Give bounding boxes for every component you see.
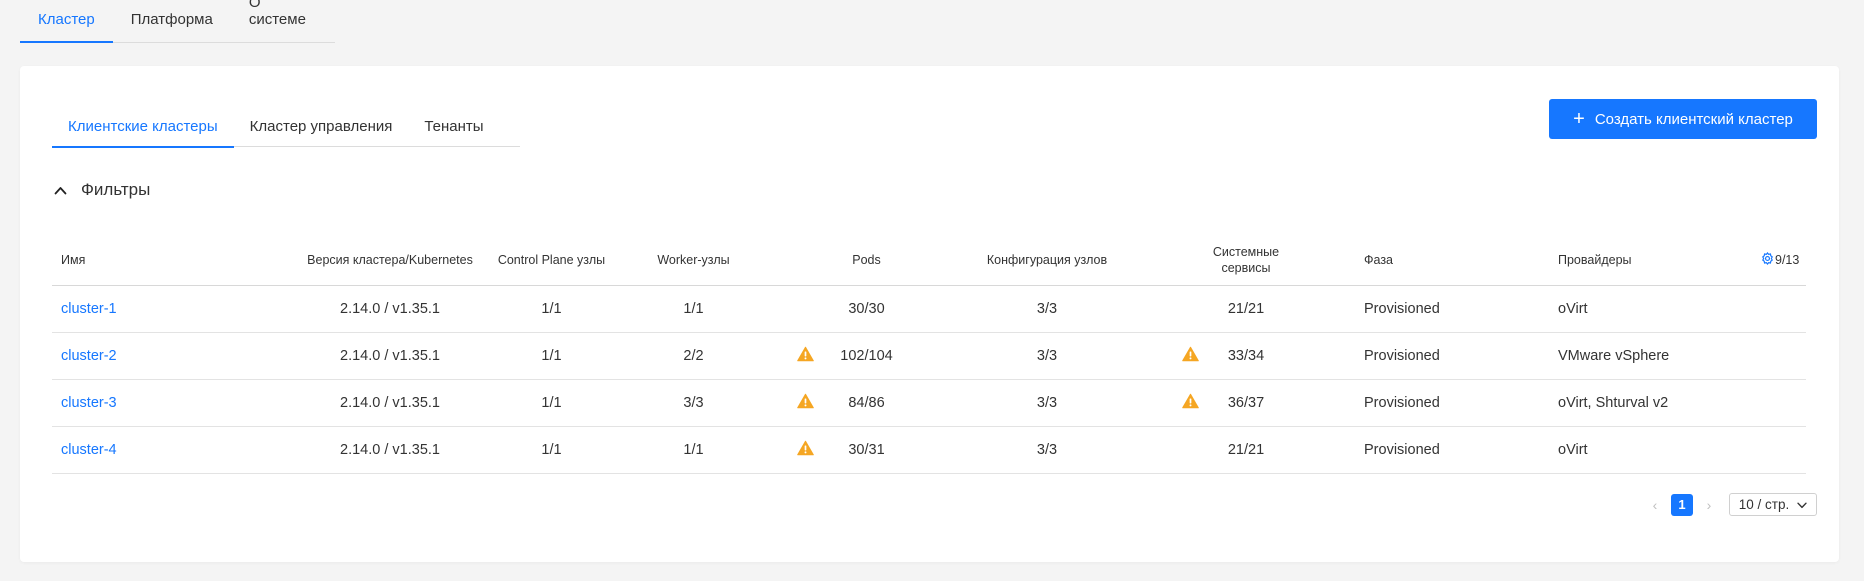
cell-phase: Provisioned	[1364, 348, 1440, 364]
cell-providers: oVirt	[1558, 301, 1588, 317]
system-services-value: 36/37	[1227, 395, 1265, 411]
header-version[interactable]: Версия кластера/Kubernetes	[288, 253, 492, 267]
cell-version: 2.14.0 / v1.35.1	[340, 395, 440, 411]
page-size-select[interactable]: 10 / стр.	[1729, 493, 1817, 516]
plus-icon: +	[1573, 108, 1585, 130]
header-system-services-line1: Системные	[1212, 244, 1280, 259]
cell-node-config: 3/3	[1036, 442, 1058, 458]
header-name[interactable]: Имя	[52, 253, 288, 267]
cell-node-config: 3/3	[1036, 301, 1058, 317]
filters-label: Фильтры	[81, 180, 151, 199]
warning-icon	[1182, 346, 1199, 366]
pagination: ‹ 1 › 10 / стр.	[1648, 493, 1817, 516]
cell-system-services: 21/21	[1137, 301, 1355, 317]
create-button-label: Создать клиентский кластер	[1594, 110, 1793, 128]
cell-workers: 1/1	[683, 442, 704, 458]
cell-workers: 2/2	[683, 348, 704, 364]
cell-system-services: 36/37	[1137, 393, 1355, 413]
table-row: cluster-3 2.14.0 / v1.35.1 1/1 3/3 84/86…	[52, 380, 1806, 427]
system-services-value: 33/34	[1227, 348, 1265, 364]
header-system-services-line2: сервисы	[1221, 260, 1271, 275]
cell-pods: 102/104	[776, 346, 957, 366]
cell-version: 2.14.0 / v1.35.1	[340, 301, 440, 317]
pods-value: 30/30	[848, 301, 885, 317]
pods-value: 102/104	[840, 348, 893, 364]
cell-control-plane: 1/1	[541, 442, 562, 458]
tab-platform[interactable]: Платформа	[113, 11, 231, 42]
cell-providers: oVirt, Shturval v2	[1558, 395, 1669, 411]
header-providers[interactable]: Провайдеры	[1558, 253, 1761, 267]
chevron-down-icon	[1797, 497, 1807, 512]
system-services-value: 21/21	[1227, 301, 1265, 317]
clusters-table: Имя Версия кластера/Kubernetes Control P…	[52, 234, 1806, 474]
chevron-up-icon	[54, 186, 67, 195]
table-body: cluster-1 2.14.0 / v1.35.1 1/1 1/1 30/30…	[52, 286, 1806, 474]
cell-providers: oVirt	[1558, 442, 1588, 458]
columns-count: 9/13	[1775, 252, 1800, 267]
cell-control-plane: 1/1	[541, 395, 562, 411]
header-node-config[interactable]: Конфигурация узлов	[957, 253, 1137, 267]
cell-node-config: 3/3	[1036, 395, 1058, 411]
tab-client-clusters[interactable]: Клиентские кластеры	[52, 111, 234, 148]
table-row: cluster-1 2.14.0 / v1.35.1 1/1 1/1 30/30…	[52, 286, 1806, 333]
system-services-value: 21/21	[1227, 442, 1265, 458]
cluster-name-link[interactable]: cluster-3	[61, 395, 117, 411]
cell-pods: 30/30	[776, 301, 957, 317]
prev-page-icon[interactable]: ‹	[1648, 497, 1662, 513]
next-page-icon[interactable]: ›	[1702, 497, 1716, 513]
cell-version: 2.14.0 / v1.35.1	[340, 348, 440, 364]
cell-workers: 1/1	[683, 301, 704, 317]
pods-value: 84/86	[848, 395, 885, 411]
table-row: cluster-4 2.14.0 / v1.35.1 1/1 1/1 30/31…	[52, 427, 1806, 474]
cell-version: 2.14.0 / v1.35.1	[340, 442, 440, 458]
filters-toggle[interactable]: Фильтры	[54, 180, 150, 200]
column-settings[interactable]: 9/13	[1761, 251, 1806, 268]
gear-icon	[1761, 251, 1774, 268]
page-number[interactable]: 1	[1671, 493, 1693, 516]
table-header: Имя Версия кластера/Kubernetes Control P…	[52, 234, 1806, 286]
cell-providers: VMware vSphere	[1558, 348, 1670, 364]
warning-icon	[797, 346, 814, 366]
cell-system-services: 21/21	[1137, 442, 1355, 458]
tab-about[interactable]: О системе	[231, 0, 335, 42]
cell-phase: Provisioned	[1364, 301, 1440, 317]
clusters-card: Клиентские кластеры Кластер управления Т…	[20, 66, 1839, 562]
page-size-value: 10 / стр.	[1738, 497, 1790, 512]
header-system-services[interactable]: Системные сервисы	[1137, 244, 1355, 276]
cell-system-services: 33/34	[1137, 346, 1355, 366]
cell-pods: 30/31	[776, 440, 957, 460]
header-workers[interactable]: Worker-узлы	[611, 253, 776, 267]
warning-icon	[797, 440, 814, 460]
cluster-name-link[interactable]: cluster-2	[61, 348, 117, 364]
tab-management-cluster[interactable]: Кластер управления	[234, 111, 409, 147]
cell-phase: Provisioned	[1364, 442, 1440, 458]
top-tabs: Кластер Платформа О системе	[20, 0, 335, 43]
header-control-plane[interactable]: Control Plane узлы	[492, 253, 611, 267]
cell-control-plane: 1/1	[541, 348, 562, 364]
cell-pods: 84/86	[776, 393, 957, 413]
tab-cluster[interactable]: Кластер	[20, 11, 113, 43]
header-phase[interactable]: Фаза	[1355, 253, 1558, 267]
cell-control-plane: 1/1	[541, 301, 562, 317]
sub-tabs: Клиентские кластеры Кластер управления Т…	[52, 111, 520, 148]
cell-workers: 3/3	[683, 395, 704, 411]
tab-tenants[interactable]: Тенанты	[408, 111, 499, 147]
header-pods[interactable]: Pods	[776, 253, 957, 267]
warning-icon	[797, 393, 814, 413]
table-row: cluster-2 2.14.0 / v1.35.1 1/1 2/2 102/1…	[52, 333, 1806, 380]
cell-phase: Provisioned	[1364, 395, 1440, 411]
cell-node-config: 3/3	[1036, 348, 1058, 364]
cluster-name-link[interactable]: cluster-4	[61, 442, 117, 458]
pods-value: 30/31	[848, 442, 885, 458]
cluster-name-link[interactable]: cluster-1	[61, 301, 117, 317]
create-client-cluster-button[interactable]: + Создать клиентский кластер	[1549, 99, 1817, 139]
warning-icon	[1182, 393, 1199, 413]
